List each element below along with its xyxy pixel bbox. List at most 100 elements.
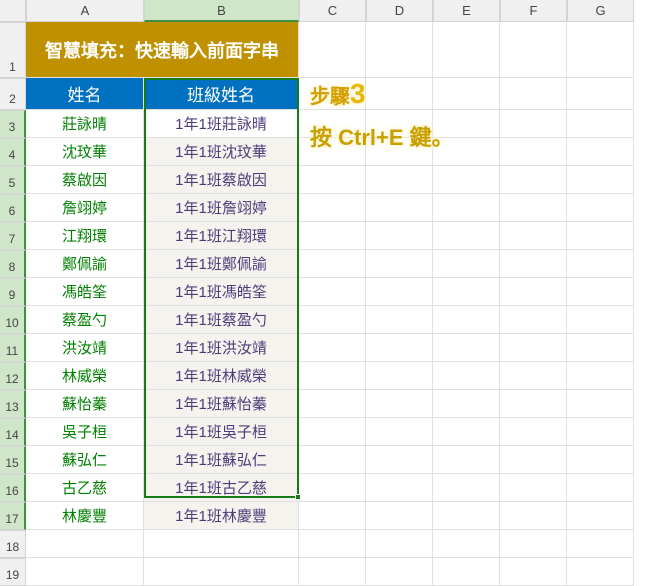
row-header-5[interactable]: 5: [0, 166, 26, 194]
name-cell[interactable]: 蔡啟因: [26, 166, 144, 194]
cell[interactable]: [500, 334, 567, 362]
name-cell[interactable]: 蘇怡蓁: [26, 390, 144, 418]
cell[interactable]: [433, 22, 500, 78]
col-header-F[interactable]: F: [500, 0, 567, 22]
cell[interactable]: [567, 446, 634, 474]
cell[interactable]: [567, 362, 634, 390]
classname-cell[interactable]: 1年1班莊詠晴: [144, 110, 299, 138]
cell[interactable]: [299, 558, 366, 586]
cell[interactable]: [500, 558, 567, 586]
cell[interactable]: [433, 502, 500, 530]
cell[interactable]: [500, 78, 567, 110]
cell[interactable]: [500, 194, 567, 222]
classname-cell[interactable]: 1年1班林慶豐: [144, 502, 299, 530]
cell[interactable]: [567, 194, 634, 222]
row-header-6[interactable]: 6: [0, 194, 26, 222]
cell[interactable]: [567, 110, 634, 138]
cell[interactable]: [433, 446, 500, 474]
fill-handle[interactable]: [295, 494, 301, 500]
name-cell[interactable]: 古乙慈: [26, 474, 144, 502]
row-header-18[interactable]: 18: [0, 530, 26, 558]
cell[interactable]: [500, 362, 567, 390]
cell[interactable]: [366, 194, 433, 222]
name-cell[interactable]: 莊詠晴: [26, 110, 144, 138]
row-header-4[interactable]: 4: [0, 138, 26, 166]
cell[interactable]: [144, 558, 299, 586]
name-cell[interactable]: 吳子桓: [26, 418, 144, 446]
cell[interactable]: [567, 138, 634, 166]
col-header-C[interactable]: C: [299, 0, 366, 22]
cell[interactable]: [500, 22, 567, 78]
corner[interactable]: [0, 0, 26, 22]
classname-cell[interactable]: 1年1班蘇怡蓁: [144, 390, 299, 418]
cell[interactable]: [299, 22, 366, 78]
classname-cell[interactable]: 1年1班蔡啟因: [144, 166, 299, 194]
row-header-16[interactable]: 16: [0, 474, 26, 502]
cell[interactable]: [144, 530, 299, 558]
cell[interactable]: [500, 138, 567, 166]
cell[interactable]: [366, 22, 433, 78]
name-cell[interactable]: 林慶豐: [26, 502, 144, 530]
cell[interactable]: [433, 474, 500, 502]
classname-cell[interactable]: 1年1班沈玟華: [144, 138, 299, 166]
classname-cell[interactable]: 1年1班蔡盈勺: [144, 306, 299, 334]
row-header-3[interactable]: 3: [0, 110, 26, 138]
classname-cell[interactable]: 1年1班蘇弘仁: [144, 446, 299, 474]
cell[interactable]: [366, 166, 433, 194]
col-header-E[interactable]: E: [433, 0, 500, 22]
cell[interactable]: [567, 474, 634, 502]
classname-cell[interactable]: 1年1班馮皓筌: [144, 278, 299, 306]
col-header-D[interactable]: D: [366, 0, 433, 22]
cell[interactable]: [433, 334, 500, 362]
cell[interactable]: [366, 278, 433, 306]
cell[interactable]: [567, 418, 634, 446]
cell[interactable]: [366, 334, 433, 362]
classname-cell[interactable]: 1年1班詹翊婷: [144, 194, 299, 222]
cell[interactable]: [500, 446, 567, 474]
cell[interactable]: [366, 390, 433, 418]
cell[interactable]: [299, 334, 366, 362]
row-header-12[interactable]: 12: [0, 362, 26, 390]
cell[interactable]: [366, 446, 433, 474]
cell[interactable]: [299, 474, 366, 502]
cell[interactable]: [366, 306, 433, 334]
cell[interactable]: [299, 390, 366, 418]
cell[interactable]: [500, 222, 567, 250]
cell[interactable]: [299, 194, 366, 222]
row-header-15[interactable]: 15: [0, 446, 26, 474]
cell[interactable]: [567, 502, 634, 530]
cell[interactable]: [500, 502, 567, 530]
cell[interactable]: [500, 278, 567, 306]
classname-cell[interactable]: 1年1班鄭佩諭: [144, 250, 299, 278]
row-header-8[interactable]: 8: [0, 250, 26, 278]
cell[interactable]: [26, 558, 144, 586]
cell[interactable]: [500, 390, 567, 418]
row-header-7[interactable]: 7: [0, 222, 26, 250]
row-header-1[interactable]: 1: [0, 22, 26, 78]
col-header-A[interactable]: A: [26, 0, 144, 22]
cell[interactable]: [366, 222, 433, 250]
cell[interactable]: [500, 250, 567, 278]
classname-cell[interactable]: 1年1班江翔環: [144, 222, 299, 250]
cell[interactable]: [567, 250, 634, 278]
name-cell[interactable]: 洪汝靖: [26, 334, 144, 362]
name-cell[interactable]: 詹翊婷: [26, 194, 144, 222]
name-cell[interactable]: 沈玟華: [26, 138, 144, 166]
classname-cell[interactable]: 1年1班林威榮: [144, 362, 299, 390]
row-header-2[interactable]: 2: [0, 78, 26, 110]
cell[interactable]: [567, 530, 634, 558]
cell[interactable]: [433, 250, 500, 278]
row-header-11[interactable]: 11: [0, 334, 26, 362]
row-header-13[interactable]: 13: [0, 390, 26, 418]
row-header-14[interactable]: 14: [0, 418, 26, 446]
cell[interactable]: [299, 306, 366, 334]
cell[interactable]: [366, 530, 433, 558]
row-header-17[interactable]: 17: [0, 502, 26, 530]
cell[interactable]: [567, 278, 634, 306]
cell[interactable]: [299, 278, 366, 306]
cell[interactable]: [433, 558, 500, 586]
cell[interactable]: [433, 362, 500, 390]
cell[interactable]: [500, 166, 567, 194]
cell[interactable]: [567, 222, 634, 250]
cell[interactable]: [567, 306, 634, 334]
